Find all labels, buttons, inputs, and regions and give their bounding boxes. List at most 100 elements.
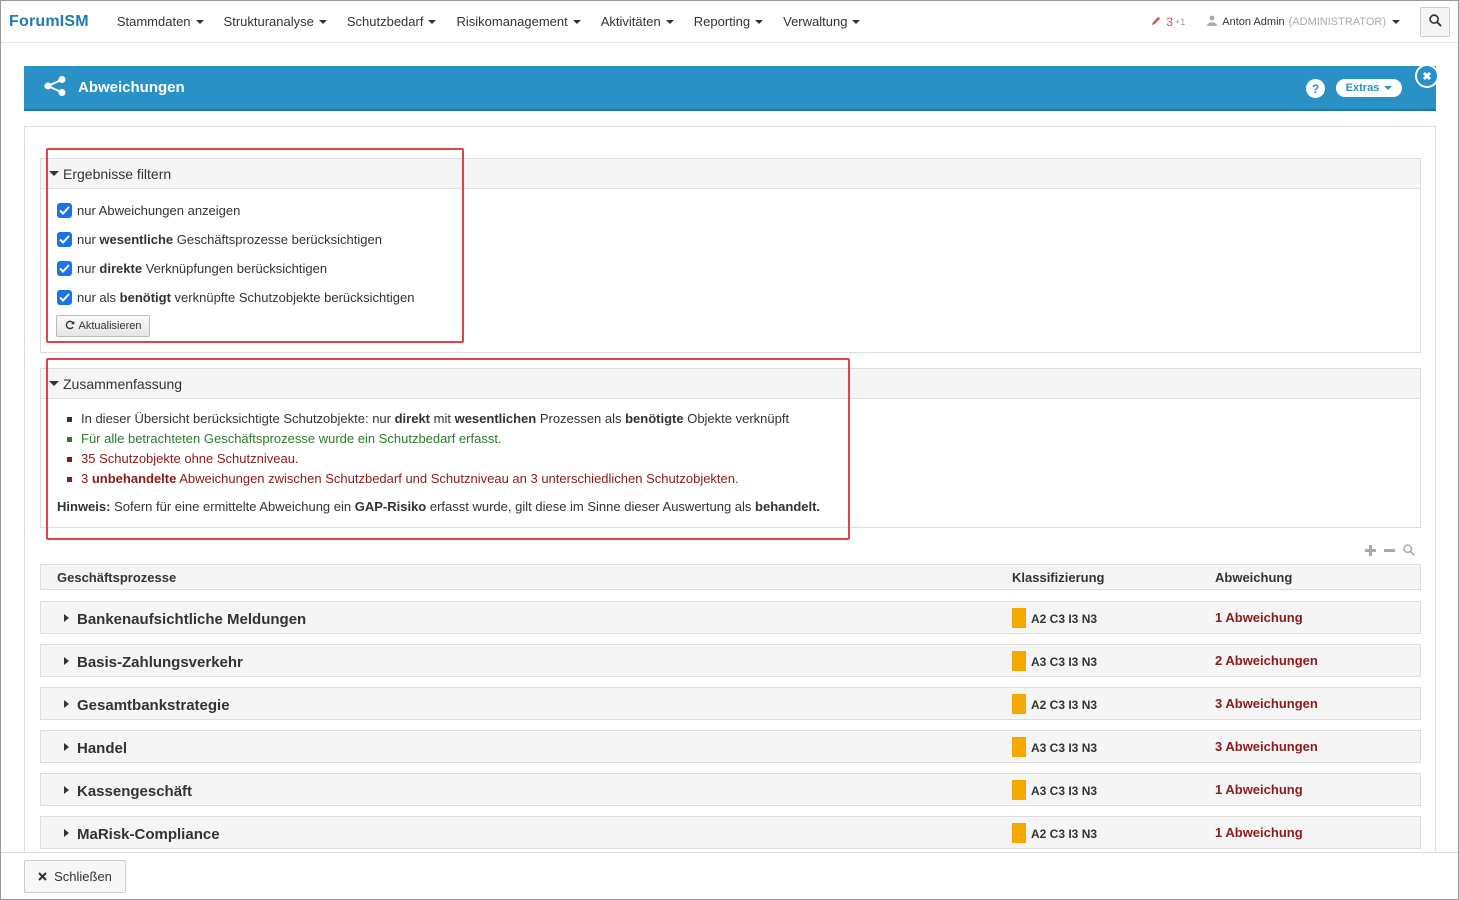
caret-down-icon	[755, 19, 764, 24]
summary-panel-header[interactable]: Zusammenfassung	[41, 369, 1420, 399]
caret-down-icon	[665, 19, 674, 24]
deviation-link[interactable]: 2 Abweichungen	[1215, 653, 1318, 668]
text: Sofern für eine ermittelte Abweichung ei…	[110, 499, 355, 514]
navbar-right: 3 +1 Anton Admin (ADMINISTRATOR)	[1151, 1, 1458, 43]
collapse-triangle-icon	[49, 381, 59, 386]
menu-risikomanagement[interactable]: Risikomanagement	[446, 14, 590, 29]
text: In dieser Übersicht berücksichtigte Schu…	[81, 411, 395, 426]
help-button[interactable]: ?	[1306, 79, 1325, 98]
collapse-all-icon[interactable]	[1384, 543, 1395, 559]
filter-label-pre: nur	[77, 232, 96, 247]
table-row[interactable]: Gesamtbankstrategie A2 C3 I3 N3 3 Abweic…	[40, 687, 1421, 720]
table-search-icon[interactable]	[1403, 543, 1415, 559]
menu-label: Aktivitäten	[600, 14, 661, 29]
summary-scope: In dieser Übersicht berücksichtigte Schu…	[66, 409, 789, 429]
expand-all-icon[interactable]	[1365, 543, 1376, 559]
checkbox-checked-icon[interactable]	[57, 261, 72, 276]
filter-essential-processes[interactable]: nur wesentliche Geschäftsprozesse berück…	[57, 232, 382, 247]
summary-no-level: 35 Schutzobjekte ohne Schutzniveau.	[66, 449, 789, 469]
text-bold: wesentlichen	[454, 411, 537, 426]
text: Prozessen als	[536, 411, 626, 426]
app-logo[interactable]: ForumISM	[9, 13, 89, 31]
menu-label: Risikomanagement	[456, 14, 568, 29]
user-name[interactable]: Anton Admin	[1222, 16, 1284, 28]
top-navbar: ForumISM Stammdaten Strukturanalyse Schu…	[1, 1, 1458, 43]
caret-down-icon	[318, 19, 327, 24]
expand-row-icon[interactable]	[64, 700, 69, 708]
close-panel-icon[interactable]: ✖	[1415, 64, 1439, 88]
filter-direct-links[interactable]: nur direkte Verknüpfungen berücksichtige…	[57, 261, 327, 276]
text-bold: direkt	[394, 411, 431, 426]
process-name: Kassengeschäft	[77, 783, 193, 800]
deviation-link[interactable]: 3 Abweichungen	[1215, 739, 1318, 754]
menu-stammdaten[interactable]: Stammdaten	[107, 14, 214, 29]
text-bold: benötigte	[625, 411, 684, 426]
search-button[interactable]	[1420, 7, 1450, 37]
process-name: Gesamtbankstrategie	[77, 697, 230, 714]
extras-button[interactable]: Extras	[1336, 79, 1402, 97]
menu-label: Stammdaten	[116, 14, 191, 29]
pencil-icon[interactable]	[1151, 15, 1162, 29]
user-icon	[1207, 15, 1218, 29]
summary-list: In dieser Übersicht berücksichtigte Schu…	[66, 409, 789, 489]
filter-label-post: verknüpfte Schutzobjekte berücksichtigen	[174, 290, 415, 305]
menu-reporting[interactable]: Reporting	[684, 14, 773, 29]
filter-only-deviations[interactable]: nur Abweichungen anzeigen	[57, 203, 240, 218]
summary-unhandled: 3 unbehandelte Abweichungen zwischen Sch…	[66, 469, 789, 489]
expand-row-icon[interactable]	[64, 743, 69, 751]
expand-row-icon[interactable]	[64, 657, 69, 665]
deviation-link[interactable]: 1 Abweichung	[1215, 825, 1303, 840]
column-header-deviation[interactable]: Abweichung	[1215, 570, 1292, 585]
expand-row-icon[interactable]	[64, 786, 69, 794]
menu-verwaltung[interactable]: Verwaltung	[773, 14, 870, 29]
page-title: Abweichungen	[78, 79, 185, 96]
text: 3	[81, 471, 92, 486]
menu-aktivitaeten[interactable]: Aktivitäten	[591, 14, 684, 29]
expand-row-icon[interactable]	[64, 829, 69, 837]
menu-schutzbedarf[interactable]: Schutzbedarf	[337, 14, 447, 29]
close-button[interactable]: Schließen	[24, 860, 126, 893]
refresh-button[interactable]: Aktualisieren	[56, 315, 150, 337]
column-header-process[interactable]: Geschäftsprozesse	[57, 570, 176, 585]
classification-color-swatch	[1012, 651, 1026, 671]
deviation-link[interactable]: 1 Abweichung	[1215, 610, 1303, 625]
filter-label: nur Abweichungen anzeigen	[77, 203, 241, 218]
footer-bar: Schließen	[1, 852, 1458, 899]
search-icon	[1428, 14, 1442, 30]
menu-strukturanalyse[interactable]: Strukturanalyse	[214, 14, 337, 29]
classification-value: A3 C3 I3 N3	[1031, 741, 1098, 755]
table-row[interactable]: Basis-Zahlungsverkehr A3 C3 I3 N3 2 Abwe…	[40, 644, 1421, 677]
classification-value: A3 C3 I3 N3	[1031, 655, 1098, 669]
notification-count[interactable]: 3	[1166, 15, 1173, 29]
filter-panel-title: Ergebnisse filtern	[63, 165, 172, 182]
text: mit	[430, 411, 455, 426]
extras-label: Extras	[1345, 82, 1380, 94]
user-menu-caret-icon[interactable]	[1392, 20, 1400, 24]
checkbox-checked-icon[interactable]	[57, 203, 72, 218]
panel-header: Abweichungen ? Extras	[24, 66, 1436, 111]
table-row[interactable]: MaRisk-Compliance A2 C3 I3 N3 1 Abweichu…	[40, 816, 1421, 849]
filter-panel: Ergebnisse filtern nur Abweichungen anze…	[40, 158, 1421, 353]
column-header-classification[interactable]: Klassifizierung	[1012, 570, 1104, 585]
deviation-link[interactable]: 3 Abweichungen	[1215, 696, 1318, 711]
checkbox-checked-icon[interactable]	[57, 232, 72, 247]
expand-row-icon[interactable]	[64, 614, 69, 622]
filter-required-objects[interactable]: nur als benötigt verknüpfte Schutzobjekt…	[57, 290, 414, 305]
filter-panel-header[interactable]: Ergebnisse filtern	[41, 159, 1420, 189]
close-label: Schließen	[54, 869, 112, 884]
table-row[interactable]: Bankenaufsichtliche Meldungen A2 C3 I3 N…	[40, 601, 1421, 634]
table-row[interactable]: Handel A3 C3 I3 N3 3 Abweichungen	[40, 730, 1421, 763]
caret-down-icon	[195, 19, 204, 24]
deviation-link[interactable]: 1 Abweichung	[1215, 782, 1303, 797]
text: erfasst wurde, gilt diese im Sinne diese…	[426, 499, 756, 514]
process-name: Basis-Zahlungsverkehr	[77, 654, 243, 671]
logo-text-ism: ISM	[59, 12, 89, 30]
text-bold: Hinweis:	[57, 499, 111, 514]
checkbox-checked-icon[interactable]	[57, 290, 72, 305]
caret-down-icon	[852, 19, 861, 24]
table-row[interactable]: Kassengeschäft A3 C3 I3 N3 1 Abweichung	[40, 773, 1421, 806]
filter-label-bold: direkte	[99, 261, 143, 276]
filter-label-pre: nur als	[77, 290, 117, 305]
classification-color-swatch	[1012, 737, 1026, 757]
menu-label: Reporting	[693, 14, 751, 29]
